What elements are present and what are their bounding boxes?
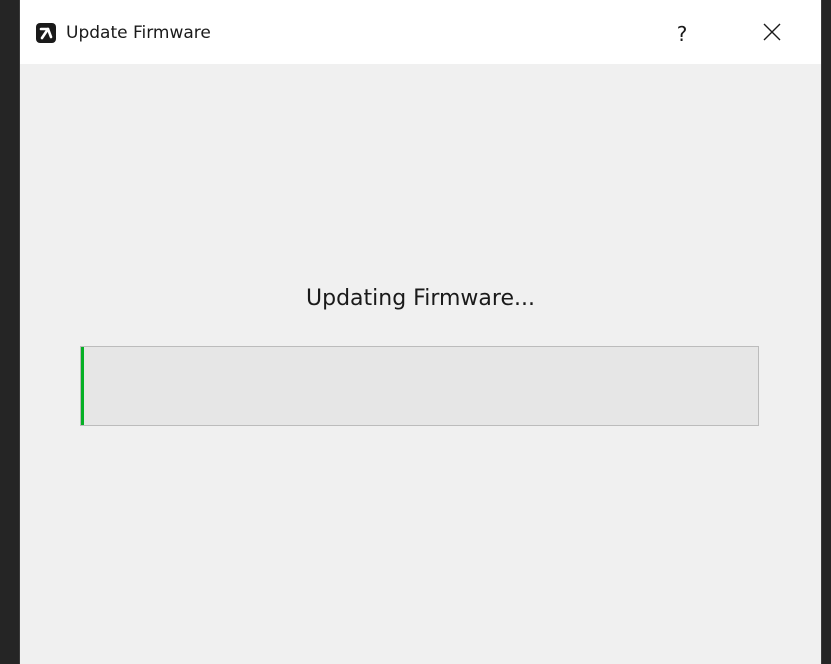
app-logo-icon [36, 23, 56, 43]
update-status-text: Updating Firmware... [306, 286, 535, 311]
progress-fill [81, 347, 84, 425]
close-button[interactable] [747, 14, 797, 54]
title-bar[interactable]: Update Firmware ? [20, 0, 821, 64]
window-title: Update Firmware [66, 23, 211, 43]
close-icon [762, 22, 782, 46]
help-button[interactable]: ? [658, 14, 706, 54]
firmware-progress-bar [80, 346, 759, 426]
update-firmware-dialog: Update Firmware ? Updating Firmware... [20, 0, 821, 664]
